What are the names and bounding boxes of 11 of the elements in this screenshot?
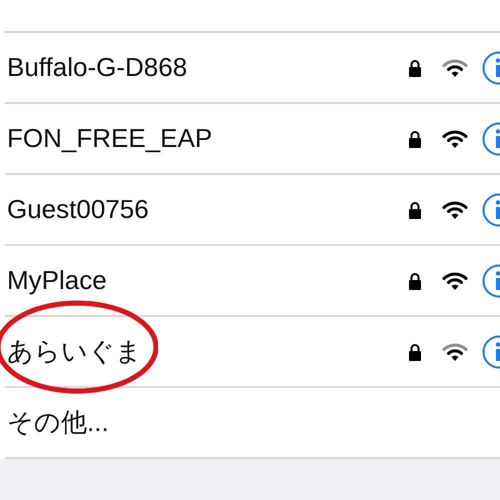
info-button[interactable] [482,334,500,368]
network-name: あらいぐま [6,335,142,368]
network-name: FON_FREE_EAP [6,122,212,155]
network-name: Guest00756 [6,193,149,226]
info-button[interactable] [482,50,500,84]
other-network-link[interactable]: その他... [5,403,109,442]
info-button[interactable] [482,192,500,226]
network-name: MyPlace [6,264,107,297]
network-name: Buffalo-G-D868 [6,51,188,84]
info-button[interactable] [482,264,500,298]
info-button[interactable] [482,122,500,156]
